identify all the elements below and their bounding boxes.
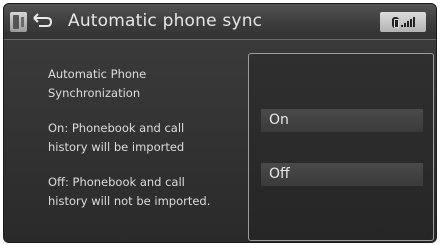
phone-icon[interactable] <box>10 12 27 32</box>
back-icon[interactable] <box>31 12 53 32</box>
description-on-line1: On: Phonebook and call <box>48 121 185 135</box>
description-off: Off: Phonebook and call history will not… <box>48 173 210 211</box>
signal-strength-icon <box>400 17 415 27</box>
bluetooth-icon <box>391 16 399 28</box>
description-heading: Automatic Phone Synchronization <box>48 65 146 103</box>
options-panel: On Off <box>248 53 434 241</box>
description-off-line2: history will not be imported. <box>48 194 211 208</box>
status-indicator <box>380 12 426 32</box>
on-option-button[interactable]: On <box>261 109 423 132</box>
description-heading-line2: Synchronization <box>48 86 141 100</box>
description-on-line2: history will be imported <box>48 140 185 154</box>
header-bar: Automatic phone sync <box>4 4 436 40</box>
page-title: Automatic phone sync <box>68 11 263 31</box>
screen: Automatic phone sync Automatic Phone Syn… <box>3 3 437 243</box>
off-option-button[interactable]: Off <box>261 163 423 186</box>
description-off-line1: Off: Phonebook and call <box>48 175 185 189</box>
description-on: On: Phonebook and call history will be i… <box>48 119 184 157</box>
description-heading-line1: Automatic Phone <box>48 67 147 81</box>
